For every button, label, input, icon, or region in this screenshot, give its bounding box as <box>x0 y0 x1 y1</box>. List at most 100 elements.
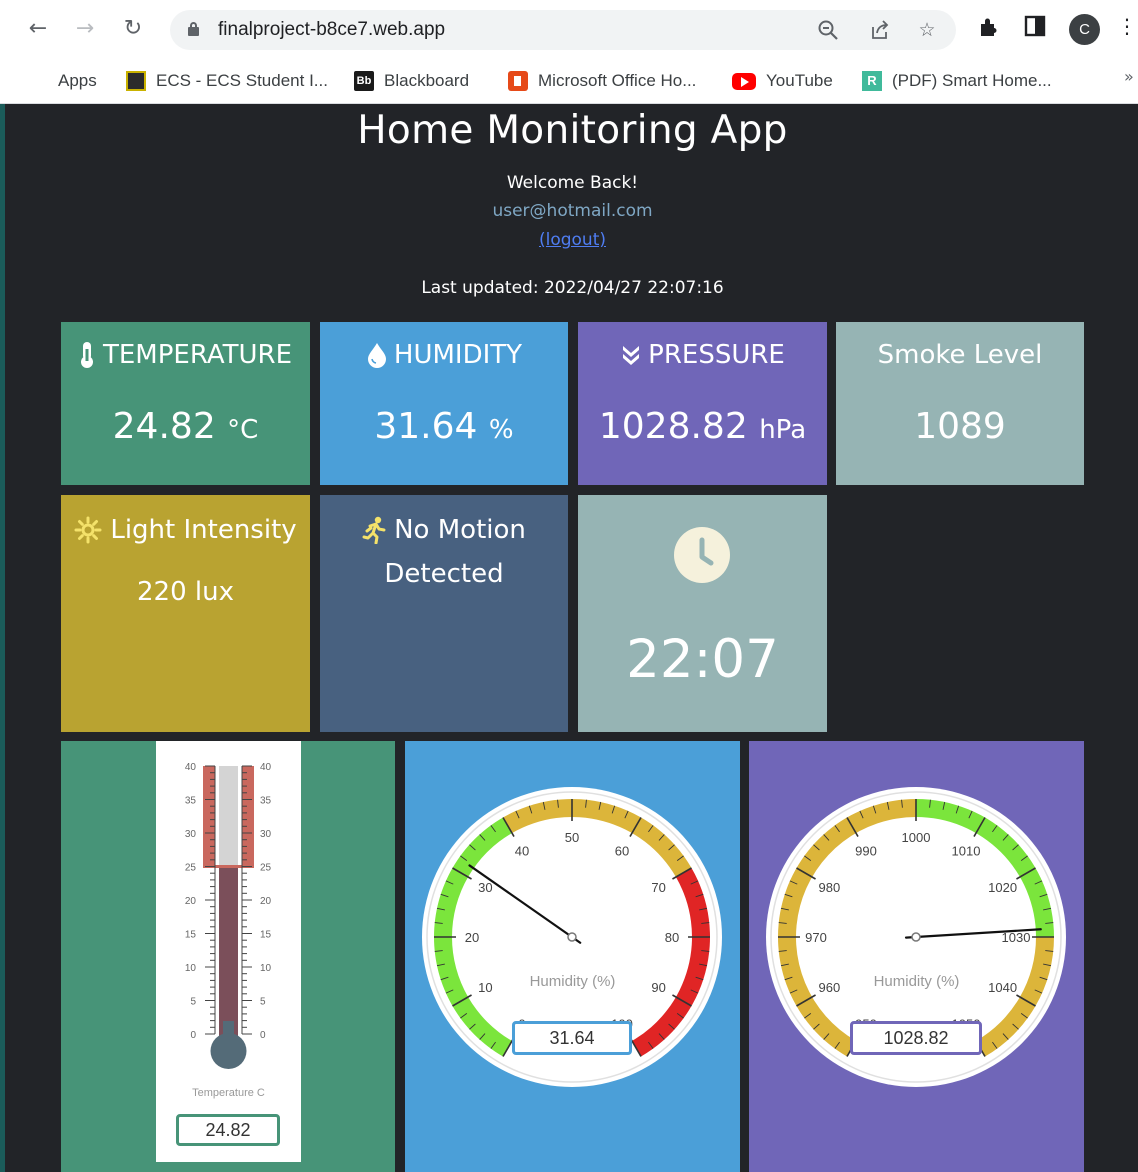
bookmark-label: (PDF) Smart Home... <box>892 71 1052 90</box>
tick-label: 20 <box>185 896 197 907</box>
motion-line2: Detected <box>384 559 504 589</box>
gauge-pivot <box>567 932 577 942</box>
bookmark-label: Microsoft Office Ho... <box>538 71 697 90</box>
warn-band-left <box>203 766 215 867</box>
tick-label: 30 <box>185 829 197 840</box>
bookmark-ecs[interactable]: ECS - ECS Student I... <box>126 66 328 96</box>
pressure-gauge: 950960970980990100010101020103010401050 <box>766 787 1066 1087</box>
bookmarks-bar: Apps ECS - ECS Student I... Bb Blackboar… <box>0 60 1138 104</box>
temperature-value: 24.82 <box>112 406 216 447</box>
gauge-tick-label: 20 <box>465 930 479 945</box>
thermometer-label: Temperature C <box>192 1087 265 1099</box>
tick-label: 10 <box>185 963 197 974</box>
browser-toolbar: ← → ↻ finalproject-b8ce7.web.app ☆ C ⋮ <box>0 0 1138 60</box>
smoke-value: 1089 <box>914 406 1006 447</box>
temperature-unit: °C <box>227 415 259 445</box>
smoke-card: Smoke Level 1089 <box>836 322 1084 485</box>
humidity-gauge-panel: 0102030405060708090100 Humidity (%) 31.6… <box>405 741 740 1172</box>
pressure-unit: hPa <box>759 415 807 445</box>
blackboard-icon: Bb <box>354 71 374 91</box>
thermometer-neck <box>223 1021 234 1035</box>
temperature-title: TEMPERATURE <box>102 340 293 370</box>
bookmarks-overflow[interactable]: » <box>1124 67 1134 86</box>
gauge-tick-label: 70 <box>651 880 665 895</box>
temperature-card: TEMPERATURE 24.82 °C <box>61 322 310 485</box>
apps-grid-icon <box>28 71 48 91</box>
address-bar[interactable]: finalproject-b8ce7.web.app ☆ <box>170 10 956 50</box>
bookmark-office[interactable]: Microsoft Office Ho... <box>508 66 696 96</box>
gauge-tick-label: 1010 <box>952 843 981 858</box>
humidity-gauge: 0102030405060708090100 <box>422 787 722 1087</box>
thermometer-mercury <box>219 867 238 1040</box>
light-value: 220 lux <box>137 577 234 607</box>
humidity-gauge-readout: 31.64 <box>512 1021 632 1055</box>
ecs-icon <box>126 71 146 91</box>
youtube-icon <box>732 72 756 90</box>
user-email: user@hotmail.com <box>492 201 653 221</box>
office-icon <box>508 71 528 91</box>
droplet-icon <box>367 343 386 368</box>
forward-arrow-icon[interactable]: → <box>70 14 100 44</box>
tick-label: 40 <box>185 762 197 773</box>
reload-icon[interactable]: ↻ <box>118 14 148 44</box>
tick-label: 0 <box>260 1030 266 1041</box>
welcome-text: Welcome Back! <box>506 173 639 193</box>
tick-label: 0 <box>190 1030 196 1041</box>
light-card: Light Intensity 220 lux <box>61 495 310 732</box>
humidity-title: HUMIDITY <box>393 340 523 370</box>
light-title: Light Intensity <box>110 515 297 545</box>
running-person-icon <box>362 516 386 544</box>
humidity-unit: % <box>488 415 514 445</box>
gauge-tick-label: 1020 <box>988 880 1017 895</box>
thermometer-bulb <box>210 1033 247 1069</box>
menu-icon[interactable]: ⋮ <box>1117 14 1137 38</box>
extensions-icon[interactable] <box>975 15 1003 43</box>
gauge-tick-label: 60 <box>615 843 629 858</box>
motion-card: No Motion Detected <box>320 495 568 732</box>
share-icon[interactable] <box>868 18 892 42</box>
humidity-card: HUMIDITY 31.64 % <box>320 322 568 485</box>
star-icon[interactable]: ☆ <box>915 18 939 42</box>
bookmark-apps[interactable]: Apps <box>28 66 97 96</box>
pressure-gauge-label: Humidity (%) <box>873 973 960 990</box>
tick-label: 25 <box>185 863 197 874</box>
researchgate-icon: R <box>862 71 882 91</box>
gauge-tick-label: 50 <box>565 830 579 845</box>
last-updated: Last updated: 2022/04/27 22:07:16 <box>421 278 724 298</box>
url-text[interactable]: finalproject-b8ce7.web.app <box>218 19 445 41</box>
bookmark-pdf[interactable]: R (PDF) Smart Home... <box>862 66 1052 96</box>
side-panel-icon[interactable] <box>1021 15 1049 43</box>
warn-band-right <box>242 766 254 867</box>
humidity-gauge-label: Humidity (%) <box>529 973 616 990</box>
profile-avatar[interactable]: C <box>1069 14 1100 45</box>
thermometer-widget: 0 0 5 5 10 10 15 15 20 20 25 25 30 30 35 35 40 40 Tempera… <box>156 741 301 1162</box>
humidity-value: 31.64 <box>374 406 478 447</box>
clock-card: 22:07 <box>578 495 827 732</box>
clock-icon <box>674 527 730 583</box>
tick-label: 20 <box>260 896 272 907</box>
bookmark-label: Apps <box>58 71 97 90</box>
bookmark-youtube[interactable]: YouTube <box>732 66 833 96</box>
pressure-value: 1028.82 <box>598 406 748 447</box>
thermometer-panel: 0 0 5 5 10 10 15 15 20 20 25 25 30 30 35 35 40 40 Tempera… <box>61 741 395 1172</box>
zoom-icon[interactable] <box>816 18 840 42</box>
bookmark-label: YouTube <box>766 71 833 90</box>
back-arrow-icon[interactable]: ← <box>23 14 53 44</box>
bookmark-label: ECS - ECS Student I... <box>156 71 328 90</box>
app-page: Home Monitoring App Welcome Back! user@h… <box>0 104 1138 1172</box>
bookmark-blackboard[interactable]: Bb Blackboard <box>354 66 469 96</box>
clock-time: 22:07 <box>626 629 779 690</box>
gauge-tick-label: 40 <box>515 843 529 858</box>
smoke-title: Smoke Level <box>877 340 1043 370</box>
lock-icon[interactable] <box>188 22 199 36</box>
gauge-tick-label: 980 <box>819 880 841 895</box>
tick-label: 30 <box>260 829 272 840</box>
gauge-tick-label: 990 <box>855 843 877 858</box>
tick-label: 5 <box>260 997 266 1008</box>
sun-icon <box>74 516 102 544</box>
logout-link[interactable]: (logout) <box>539 230 606 250</box>
gauge-tick-label: 1000 <box>902 830 931 845</box>
tick-label: 15 <box>260 930 272 941</box>
logout-container: (logout) <box>0 230 1138 250</box>
tick-label: 35 <box>260 796 272 807</box>
